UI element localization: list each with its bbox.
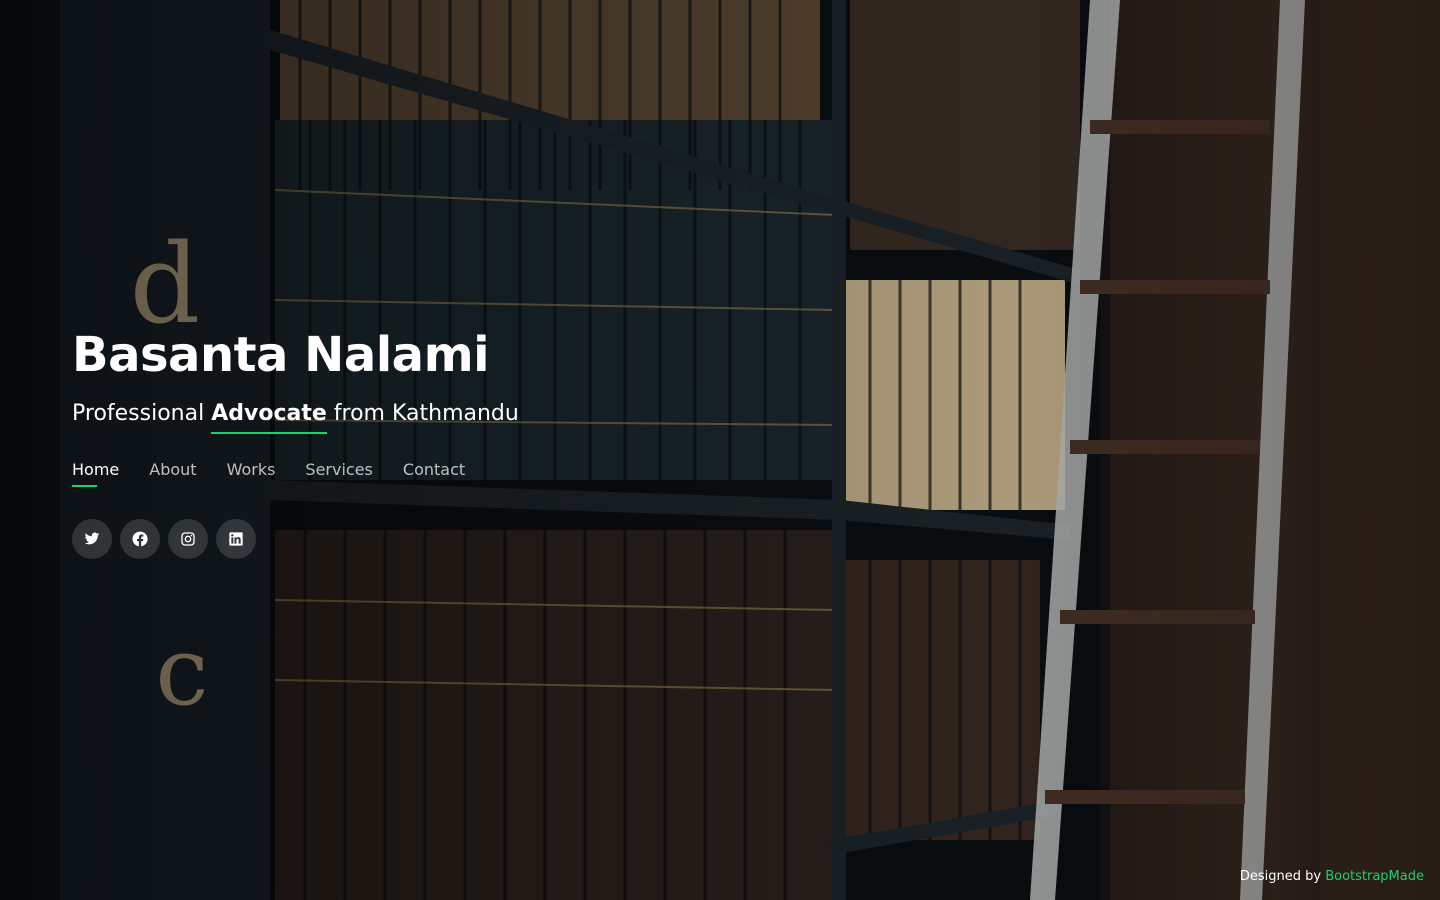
- instagram-link[interactable]: [168, 519, 208, 559]
- social-links: [72, 519, 772, 559]
- nav-item-about[interactable]: About: [149, 460, 196, 487]
- hero-section: Basanta Nalami Professional Advocate fro…: [72, 326, 772, 559]
- linkedin-icon: [229, 532, 243, 546]
- tagline-suffix: from Kathmandu: [333, 401, 519, 426]
- credits-link[interactable]: BootstrapMade: [1325, 869, 1424, 884]
- nav-item-services[interactable]: Services: [305, 460, 372, 487]
- twitter-icon: [84, 532, 100, 545]
- svg-text:c: c: [155, 617, 208, 727]
- hero-name: Basanta Nalami: [72, 327, 490, 383]
- footer-credits: Designed by BootstrapMade: [1240, 869, 1424, 884]
- twitter-link[interactable]: [72, 519, 112, 559]
- instagram-icon: [181, 532, 195, 546]
- tagline-prefix: Professional: [72, 401, 205, 426]
- credits-prefix: Designed by: [1239, 869, 1322, 884]
- nav-item-works[interactable]: Works: [227, 460, 276, 487]
- linkedin-link[interactable]: [216, 519, 256, 559]
- tagline-highlight: Advocate: [211, 398, 327, 434]
- facebook-icon: [132, 531, 148, 547]
- nav-item-home[interactable]: Home: [72, 460, 119, 487]
- facebook-link[interactable]: [120, 519, 160, 559]
- main-nav: Home About Works Services Contact: [72, 460, 772, 487]
- hero-tagline: Professional Advocate from Kathmandu: [72, 398, 772, 434]
- nav-item-contact[interactable]: Contact: [403, 460, 465, 487]
